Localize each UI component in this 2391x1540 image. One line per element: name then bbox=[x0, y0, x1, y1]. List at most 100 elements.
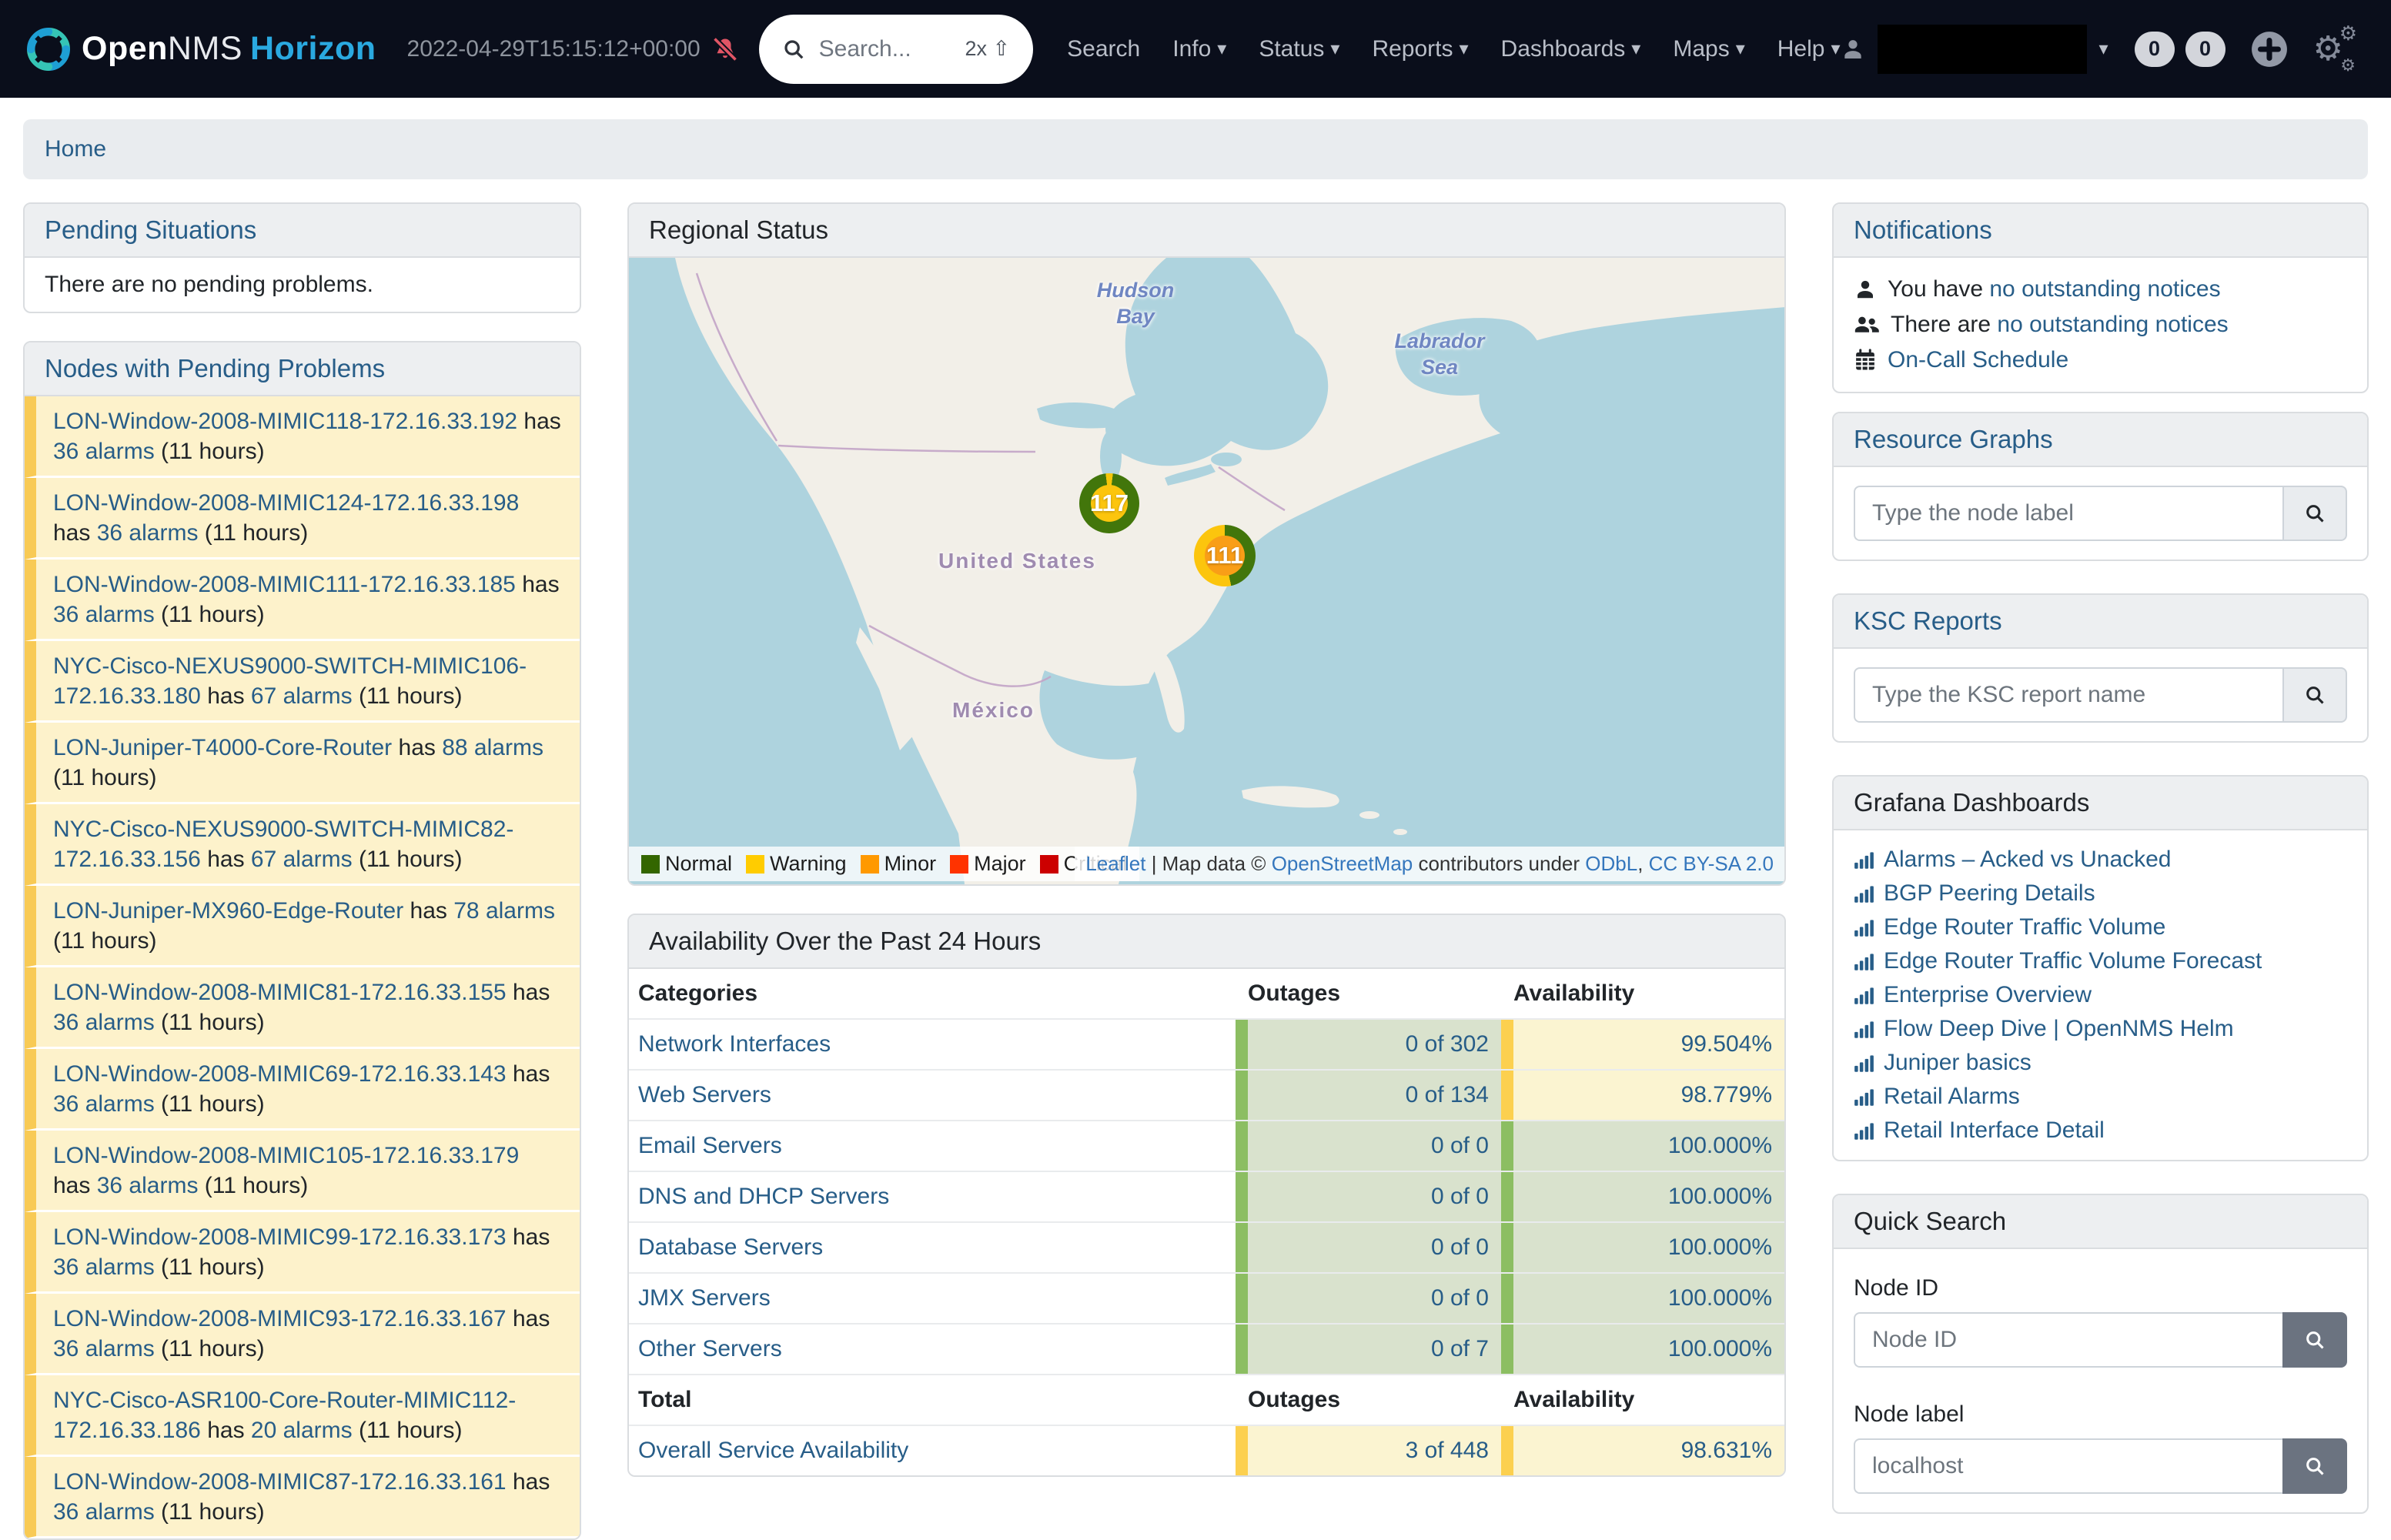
alarms-link[interactable]: 36 alarms bbox=[53, 439, 155, 464]
ksc-report-search-button[interactable] bbox=[2282, 667, 2347, 723]
grafana-dashboard-item[interactable]: Retail Alarms bbox=[1854, 1080, 2347, 1114]
availability-cell: 100.000% bbox=[1501, 1172, 1784, 1221]
nav-menu-status[interactable]: Status▾ bbox=[1259, 36, 1339, 62]
nav-menu-dashboards[interactable]: Dashboards▾ bbox=[1501, 36, 1641, 62]
ksc-report-search-input[interactable] bbox=[1854, 667, 2282, 723]
node-link[interactable]: LON-Window-2008-MIMIC105-172.16.33.179 bbox=[53, 1143, 519, 1168]
alarms-link[interactable]: 36 alarms bbox=[53, 602, 155, 627]
alarms-link[interactable]: 67 alarms bbox=[251, 847, 353, 872]
node-label-input[interactable] bbox=[1854, 1438, 2282, 1494]
node-link[interactable]: LON-Window-2008-MIMIC81-172.16.33.155 bbox=[53, 980, 507, 1005]
node-link[interactable]: LON-Window-2008-MIMIC111-172.16.33.185 bbox=[53, 572, 516, 597]
resource-graphs-search-button[interactable] bbox=[2282, 486, 2347, 541]
node-link[interactable]: LON-Window-2008-MIMIC69-172.16.33.143 bbox=[53, 1061, 507, 1087]
oncall-schedule-link[interactable]: On-Call Schedule bbox=[1888, 347, 2068, 373]
node-link[interactable]: LON-Juniper-T4000-Core-Router bbox=[53, 735, 392, 760]
add-button[interactable] bbox=[2250, 30, 2289, 68]
global-search-input[interactable]: Search... 2x ⇧ bbox=[759, 15, 1034, 84]
alarms-link[interactable]: 36 alarms bbox=[97, 1173, 199, 1198]
ksc-reports-title[interactable]: KSC Reports bbox=[1834, 595, 2367, 649]
nav-menu-reports[interactable]: Reports▾ bbox=[1372, 36, 1468, 62]
regional-status-map[interactable]: Hudson Bay Labrador Sea United States Mé… bbox=[629, 258, 1784, 884]
brand[interactable]: OpenNMSHorizon bbox=[26, 27, 376, 72]
alarms-link[interactable]: 88 alarms bbox=[442, 735, 543, 760]
category-link[interactable]: Other Servers bbox=[638, 1336, 782, 1362]
alarms-link[interactable]: 67 alarms bbox=[251, 683, 353, 709]
grafana-dashboard-link[interactable]: Juniper basics bbox=[1884, 1050, 2032, 1076]
breadcrumb-home-link[interactable]: Home bbox=[45, 136, 106, 162]
nav-menu-maps[interactable]: Maps▾ bbox=[1673, 36, 1744, 62]
category-link[interactable]: Database Servers bbox=[638, 1234, 823, 1261]
notice-count-badge[interactable]: 0 bbox=[2135, 32, 2175, 67]
node-link[interactable]: LON-Juniper-MX960-Edge-Router bbox=[53, 898, 403, 924]
pending-situations-title[interactable]: Pending Situations bbox=[25, 204, 580, 258]
nav-menu-help[interactable]: Help▾ bbox=[1777, 36, 1841, 62]
map-cluster-marker[interactable]: 111 bbox=[1194, 525, 1256, 586]
category-link[interactable]: Network Interfaces bbox=[638, 1031, 831, 1057]
grafana-dashboard-item[interactable]: Retail Interface Detail bbox=[1854, 1114, 2347, 1147]
alarms-link[interactable]: 36 alarms bbox=[53, 1010, 155, 1035]
alarms-link[interactable]: 36 alarms bbox=[53, 1091, 155, 1117]
attribution-text: contributors under bbox=[1413, 852, 1585, 875]
attribution-link[interactable]: ODbL bbox=[1585, 852, 1637, 875]
alarms-link[interactable]: 36 alarms bbox=[53, 1336, 155, 1361]
alarms-link[interactable]: 36 alarms bbox=[97, 520, 199, 546]
pending-problem-row: NYC-Cisco-NEXUS9000-SWITCH-MIMIC82-172.1… bbox=[25, 804, 580, 886]
grafana-dashboard-link[interactable]: Retail Alarms bbox=[1884, 1084, 2020, 1110]
attribution-link[interactable]: Leaflet bbox=[1085, 852, 1145, 875]
notice-count-badge[interactable]: 0 bbox=[2185, 32, 2225, 67]
category-link[interactable]: Web Servers bbox=[638, 1082, 771, 1108]
node-link[interactable]: LON-Window-2008-MIMIC99-172.16.33.173 bbox=[53, 1224, 507, 1250]
grafana-dashboard-link[interactable]: BGP Peering Details bbox=[1884, 880, 2095, 907]
grafana-dashboard-item[interactable]: Edge Router Traffic Volume bbox=[1854, 910, 2347, 944]
alarms-link[interactable]: 20 alarms bbox=[251, 1418, 353, 1443]
attribution-link[interactable]: OpenStreetMap bbox=[1272, 852, 1413, 875]
opennms-logo-icon bbox=[26, 27, 71, 72]
category-link[interactable]: Email Servers bbox=[638, 1133, 782, 1159]
your-notices-link[interactable]: no outstanding notices bbox=[1989, 276, 2220, 302]
map-cluster-marker[interactable]: 117 bbox=[1079, 473, 1139, 533]
node-link[interactable]: LON-Window-2008-MIMIC87-172.16.33.161 bbox=[53, 1469, 507, 1495]
availability-row: Email Servers0 of 0100.000% bbox=[629, 1120, 1784, 1171]
grafana-dashboard-item[interactable]: Enterprise Overview bbox=[1854, 978, 2347, 1012]
node-id-input[interactable] bbox=[1854, 1312, 2282, 1368]
category-link[interactable]: Overall Service Availability bbox=[638, 1438, 908, 1464]
resource-graphs-title[interactable]: Resource Graphs bbox=[1834, 413, 2367, 467]
nav-menu-info[interactable]: Info▾ bbox=[1172, 36, 1226, 62]
column-header: Total bbox=[629, 1375, 1236, 1425]
right-column: Notifications You have no outstanding no… bbox=[1832, 202, 2369, 1514]
grafana-dashboard-link[interactable]: Edge Router Traffic Volume Forecast bbox=[1884, 948, 2262, 974]
user-menu-chevron-down-icon[interactable]: ▾ bbox=[2099, 40, 2108, 58]
grafana-dashboard-link[interactable]: Retail Interface Detail bbox=[1884, 1117, 2105, 1144]
settings-button[interactable]: ⚙⚙⚙ bbox=[2313, 32, 2360, 66]
grafana-dashboard-link[interactable]: Alarms – Acked vs Unacked bbox=[1884, 847, 2172, 873]
category-link[interactable]: DNS and DHCP Servers bbox=[638, 1184, 889, 1210]
grafana-dashboard-link[interactable]: Edge Router Traffic Volume bbox=[1884, 914, 2165, 940]
grafana-dashboard-link[interactable]: Enterprise Overview bbox=[1884, 982, 2092, 1008]
notifications-title[interactable]: Notifications bbox=[1834, 204, 2367, 258]
nodes-pending-problems-title[interactable]: Nodes with Pending Problems bbox=[25, 342, 580, 396]
category-link[interactable]: JMX Servers bbox=[638, 1285, 771, 1311]
alarms-link[interactable]: 36 alarms bbox=[53, 1499, 155, 1525]
grafana-dashboard-item[interactable]: Alarms – Acked vs Unacked bbox=[1854, 843, 2347, 877]
nav-menu-search[interactable]: Search bbox=[1067, 36, 1140, 62]
alarms-link[interactable]: 78 alarms bbox=[453, 898, 555, 924]
all-notices-link[interactable]: no outstanding notices bbox=[1997, 312, 2228, 337]
grafana-dashboard-item[interactable]: Edge Router Traffic Volume Forecast bbox=[1854, 944, 2347, 978]
availability-cell: 100.000% bbox=[1501, 1325, 1784, 1374]
node-link[interactable]: LON-Window-2008-MIMIC93-172.16.33.167 bbox=[53, 1306, 507, 1331]
alarms-link[interactable]: 36 alarms bbox=[53, 1254, 155, 1280]
column-header: Availability bbox=[1501, 969, 1784, 1018]
node-label-search-button[interactable] bbox=[2282, 1438, 2347, 1494]
attribution-link[interactable]: CC BY-SA 2.0 bbox=[1649, 852, 1774, 875]
resource-graphs-search-input[interactable] bbox=[1854, 486, 2282, 541]
node-link[interactable]: LON-Window-2008-MIMIC118-172.16.33.192 bbox=[53, 409, 517, 434]
username-redacted[interactable] bbox=[1878, 25, 2087, 74]
grafana-dashboard-item[interactable]: Flow Deep Dive | OpenNMS Helm bbox=[1854, 1012, 2347, 1046]
outages-cell: 0 of 302 bbox=[1236, 1020, 1501, 1069]
node-id-search-button[interactable] bbox=[2282, 1312, 2347, 1368]
grafana-dashboard-item[interactable]: BGP Peering Details bbox=[1854, 877, 2347, 910]
grafana-dashboard-link[interactable]: Flow Deep Dive | OpenNMS Helm bbox=[1884, 1016, 2234, 1042]
node-link[interactable]: LON-Window-2008-MIMIC124-172.16.33.198 bbox=[53, 490, 519, 516]
grafana-dashboard-item[interactable]: Juniper basics bbox=[1854, 1046, 2347, 1080]
